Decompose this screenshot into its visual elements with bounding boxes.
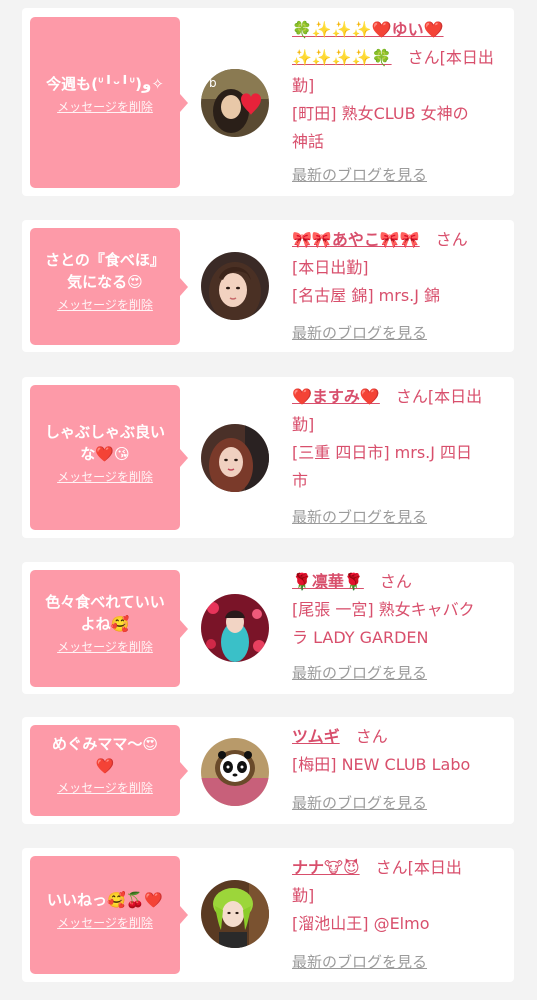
- latest-blog-link[interactable]: 最新のブログを見る: [292, 165, 427, 185]
- shop-name: [名古屋 錦] mrs.J 錦: [292, 286, 441, 305]
- message-card: 今週も(ᐡ╹ᵕ╹ᐡ)و✧ メッセージを削除 b 🍀✨✨✨❤️ゆい❤️ ✨✨✨✨🍀…: [22, 8, 514, 196]
- delete-message-link[interactable]: メッセージを削除: [57, 639, 153, 655]
- svg-text:b: b: [209, 76, 217, 90]
- latest-blog-link[interactable]: 最新のブログを見る: [292, 507, 427, 527]
- avatar[interactable]: [201, 594, 269, 662]
- san-suffix: さん: [375, 858, 408, 877]
- shop-name-cont: 市: [292, 471, 309, 490]
- san-suffix: さん: [435, 230, 468, 249]
- avatar[interactable]: b: [201, 69, 269, 137]
- profile-info: 🎀🎀あやこ🎀🎀 さん [本日出勤] [名古屋 錦] mrs.J 錦: [292, 226, 507, 310]
- profile-name-cont[interactable]: ✨✨✨✨🍀: [292, 48, 392, 67]
- message-bubble: 今週も(ᐡ╹ᵕ╹ᐡ)و✧ メッセージを削除: [30, 17, 188, 188]
- profile-name[interactable]: 🍀✨✨✨❤️ゆい❤️: [292, 20, 444, 39]
- latest-blog-link[interactable]: 最新のブログを見る: [292, 793, 427, 813]
- message-text: いいねっ🥰🍒❤️: [46, 891, 164, 909]
- san-suffix: さん: [407, 48, 440, 67]
- san-suffix: さん: [395, 387, 428, 406]
- shop-name-cont: 神話: [292, 132, 325, 151]
- avatar[interactable]: [201, 738, 269, 806]
- message-bubble: しゃぶしゃぶ良い な❤️😘 メッセージを削除: [30, 385, 188, 530]
- attendance-status-cont: 勤]: [292, 76, 315, 95]
- san-suffix: さん: [379, 572, 412, 591]
- message-card: めぐみママ〜😍 ❤️ メッセージを削除 ツムギ さん [梅田] NEW CLUB…: [22, 717, 514, 824]
- profile-name[interactable]: 🌹凛華🌹: [292, 572, 364, 591]
- profile-name[interactable]: 🎀🎀あやこ🎀🎀: [292, 230, 420, 249]
- message-text: 今週も(ᐡ╹ᵕ╹ᐡ)و✧: [46, 75, 164, 93]
- message-card: さとの『食べほ』 気になる😍 メッセージを削除 🎀🎀あやこ🎀🎀 さん [本日出勤…: [22, 220, 514, 352]
- delete-message-link[interactable]: メッセージを削除: [57, 780, 153, 796]
- attendance-status-cont: 勤]: [292, 886, 315, 905]
- profile-info: ツムギ さん [梅田] NEW CLUB Labo: [292, 723, 507, 779]
- message-text-cont: な❤️😘: [80, 445, 130, 463]
- profile-name[interactable]: ナナ🐮😈: [292, 858, 360, 877]
- shop-name-cont: ラ LADY GARDEN: [292, 628, 429, 647]
- message-text-cont: 気になる😍: [67, 273, 143, 291]
- message-card: いいねっ🥰🍒❤️ メッセージを削除 ナナ🐮😈 さん[本日出 勤] [溜池山王] …: [22, 848, 514, 982]
- profile-info: ❤️ますみ❤️ さん[本日出 勤] [三重 四日市] mrs.J 四日 市: [292, 383, 507, 495]
- message-text: めぐみママ〜😍: [51, 735, 159, 753]
- shop-name: [溜池山王] @Elmo: [292, 914, 430, 933]
- avatar[interactable]: [201, 252, 269, 320]
- attendance-status: [本日出: [439, 48, 494, 67]
- message-text: 色々食べれていい: [45, 593, 165, 611]
- profile-info: ナナ🐮😈 さん[本日出 勤] [溜池山王] @Elmo: [292, 854, 507, 938]
- shop-name: [梅田] NEW CLUB Labo: [292, 755, 471, 774]
- latest-blog-link[interactable]: 最新のブログを見る: [292, 952, 427, 972]
- delete-message-link[interactable]: メッセージを削除: [57, 297, 153, 313]
- shop-name: [町田] 熟女CLUB 女神の: [292, 104, 469, 123]
- shop-name: [三重 四日市] mrs.J 四日: [292, 443, 473, 462]
- profile-name[interactable]: ツムギ: [292, 727, 340, 746]
- attendance-status: [本日出: [427, 387, 483, 406]
- shop-name: [尾張 一宮] 熟女キャバク: [292, 600, 475, 619]
- attendance-status-cont: 勤]: [292, 415, 315, 434]
- message-bubble: いいねっ🥰🍒❤️ メッセージを削除: [30, 856, 188, 974]
- message-text: さとの『食べほ』: [45, 251, 165, 269]
- message-card: 色々食べれていい よね🥰 メッセージを削除 🌹凛華🌹 さん [尾張 一宮] 熟女…: [22, 562, 514, 694]
- profile-info: 🍀✨✨✨❤️ゆい❤️ ✨✨✨✨🍀 さん[本日出 勤] [町田] 熟女CLUB 女…: [292, 16, 507, 156]
- latest-blog-link[interactable]: 最新のブログを見る: [292, 323, 427, 343]
- message-card: しゃぶしゃぶ良い な❤️😘 メッセージを削除 ❤️ますみ❤️ さん[本日出 勤]…: [22, 377, 514, 538]
- profile-name[interactable]: ❤️ますみ❤️: [292, 387, 380, 406]
- message-bubble: さとの『食べほ』 気になる😍 メッセージを削除: [30, 228, 188, 345]
- profile-info: 🌹凛華🌹 さん [尾張 一宮] 熟女キャバク ラ LADY GARDEN: [292, 568, 507, 652]
- message-bubble: 色々食べれていい よね🥰 メッセージを削除: [30, 570, 188, 687]
- delete-message-link[interactable]: メッセージを削除: [57, 915, 153, 931]
- message-text-cont: よね🥰: [80, 615, 130, 633]
- delete-message-link[interactable]: メッセージを削除: [57, 469, 153, 485]
- message-text: しゃぶしゃぶ良い: [44, 423, 165, 441]
- message-bubble: めぐみママ〜😍 ❤️ メッセージを削除: [30, 725, 188, 816]
- avatar[interactable]: [201, 880, 269, 948]
- message-text-cont: ❤️: [95, 757, 115, 775]
- attendance-status: [本日出勤]: [292, 258, 369, 277]
- avatar[interactable]: [201, 424, 269, 492]
- san-suffix: さん: [355, 727, 388, 746]
- latest-blog-link[interactable]: 最新のブログを見る: [292, 663, 427, 683]
- delete-message-link[interactable]: メッセージを削除: [57, 99, 153, 115]
- attendance-status: [本日出: [407, 858, 462, 877]
